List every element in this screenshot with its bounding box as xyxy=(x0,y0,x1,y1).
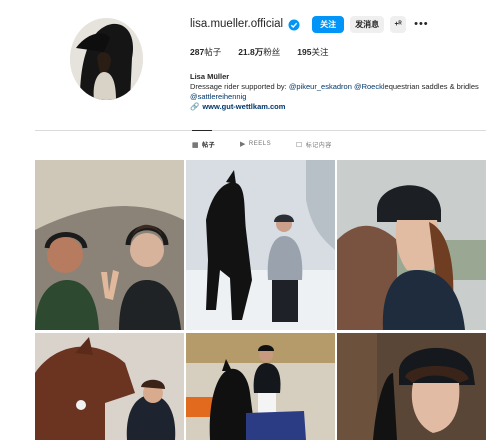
post-tile[interactable] xyxy=(337,160,486,330)
following-count[interactable]: 195关注 xyxy=(297,46,328,58)
link-icon: 🔗 xyxy=(190,102,200,111)
display-name: Lisa Müller xyxy=(190,72,230,81)
post-tile[interactable] xyxy=(186,160,335,330)
verified-badge-icon xyxy=(288,18,300,31)
suggest-users-button[interactable]: +ᴿ xyxy=(390,15,407,33)
website-link[interactable]: www.gut-wettlkam.com xyxy=(202,102,285,111)
tab-posts[interactable]: ▦ 帖子 xyxy=(192,140,215,150)
post-tile[interactable] xyxy=(35,160,184,330)
tagged-icon: ☐ xyxy=(296,141,303,149)
username: lisa.mueller.official xyxy=(190,18,284,30)
grid-icon: ▦ xyxy=(192,141,200,149)
follow-button[interactable]: 关注 xyxy=(312,15,345,33)
active-tab-indicator xyxy=(192,130,212,131)
mention-link[interactable]: @Roeckl xyxy=(354,82,385,91)
post-tile[interactable] xyxy=(35,333,184,440)
mention-link[interactable]: @sattlereihennig xyxy=(190,92,246,101)
tab-reels[interactable]: ▶ REELS xyxy=(240,140,271,148)
profile-stats: 287帖子 21.8万粉丝 195关注 xyxy=(190,46,490,58)
more-options-icon[interactable]: ••• xyxy=(414,18,429,30)
profile-header: lisa.mueller.official 关注 发消息 +ᴿ ••• 287帖… xyxy=(190,14,490,112)
bio-line: Dressage rider supported by: @pikeur_esk… xyxy=(190,82,479,91)
tab-tagged[interactable]: ☐ 标记内容 xyxy=(296,140,332,150)
message-button[interactable]: 发消息 xyxy=(350,15,385,33)
post-tile[interactable] xyxy=(337,333,486,440)
tabs-divider xyxy=(35,130,486,131)
followers-count[interactable]: 21.8万粉丝 xyxy=(238,46,280,58)
profile-tabs: ▦ 帖子 ▶ REELS ☐ 标记内容 xyxy=(35,140,486,152)
bio: Lisa Müller Dressage rider supported by:… xyxy=(190,72,490,112)
reels-icon: ▶ xyxy=(240,141,246,148)
profile-avatar[interactable] xyxy=(70,18,143,100)
posts-count: 287帖子 xyxy=(190,47,222,57)
mention-link[interactable]: @pikeur_eskadron xyxy=(289,82,352,91)
post-tile[interactable] xyxy=(186,333,335,440)
